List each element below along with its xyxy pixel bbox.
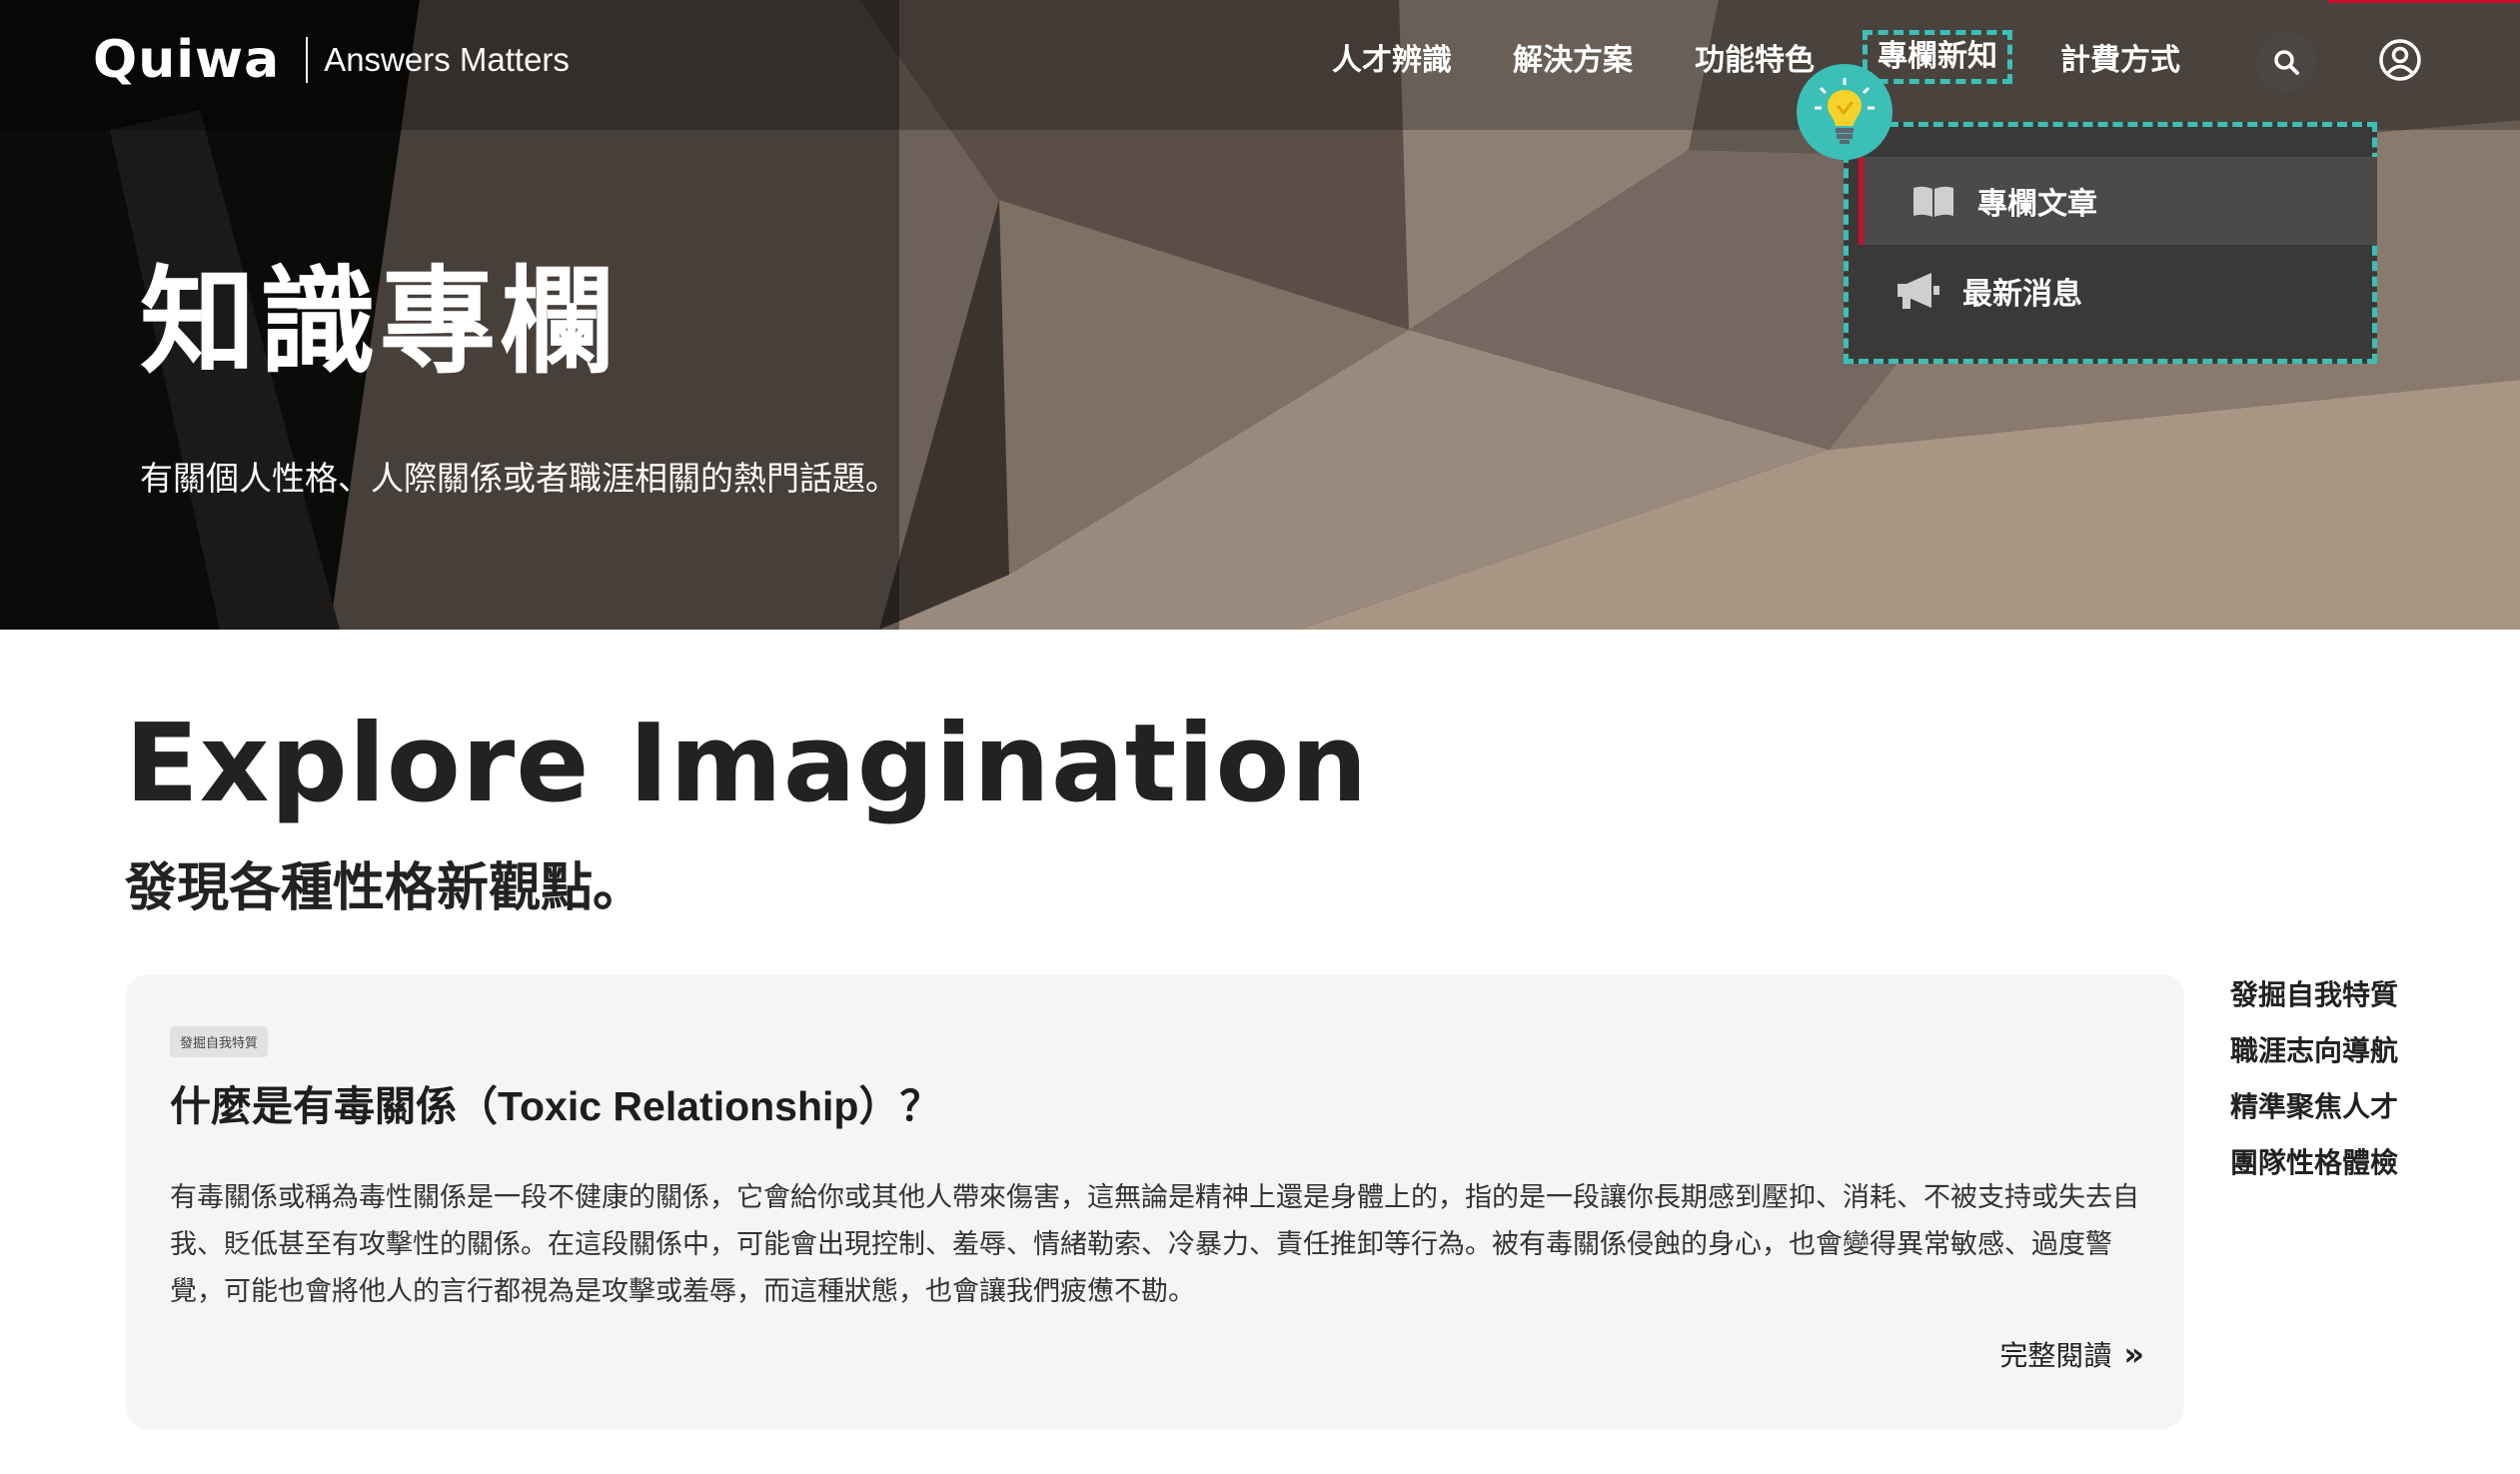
sidebar-category-self-discovery[interactable]: 發掘自我特質 (2230, 967, 2398, 1023)
sidebar-category-talent-focus[interactable]: 精準聚焦人才 (2230, 1079, 2398, 1135)
read-more-link[interactable]: 完整閱讀 » (1999, 1334, 2144, 1374)
user-circle-icon (2379, 39, 2421, 81)
tagline: Answers Matters (324, 41, 570, 78)
article-title[interactable]: 什麼是有毒關係（Toxic Relationship）？ (170, 1072, 940, 1132)
dropdown-item-articles[interactable]: 專欄文章 (1859, 157, 2377, 245)
top-accent-bar (2328, 0, 2520, 3)
read-more-label: 完整閱讀 (1999, 1339, 2112, 1372)
megaphone-icon (1889, 271, 1948, 311)
search-button[interactable] (2256, 32, 2316, 92)
book-icon (1903, 184, 1963, 218)
nav-pricing[interactable]: 計費方式 (2060, 36, 2180, 86)
logo[interactable]: Quiwa (93, 30, 280, 90)
double-chevron-right-icon: » (2123, 1335, 2144, 1373)
category-badge[interactable]: 發掘自我特質 (170, 1026, 269, 1057)
article-card[interactable]: 發掘自我特質 什麼是有毒關係（Toxic Relationship）？ 有毒關係… (126, 974, 2184, 1429)
hero-title: 知識專欄 (140, 255, 620, 390)
logo-divider (306, 37, 309, 83)
column-news-dropdown: 專欄文章 最新消息 (1844, 122, 2377, 364)
brand[interactable]: Quiwa Answers Matters (93, 30, 570, 90)
section-subheading: 發現各種性格新觀點。 (125, 858, 645, 918)
hero-subtitle: 有關個人性格、人際關係或者職涯相關的熱門話題。 (140, 459, 898, 498)
nav-features[interactable]: 功能特色 (1695, 36, 1815, 86)
sidebar-category-career-navigation[interactable]: 職涯志向導航 (2230, 1023, 2398, 1079)
sidebar-category-team-checkup[interactable]: 團隊性格體檢 (2230, 1135, 2398, 1191)
search-icon (2274, 50, 2299, 75)
section-heading: Explore Imagination (125, 702, 1369, 826)
nav-talent-identification[interactable]: 人才辨識 (1332, 36, 1452, 86)
dropdown-item-label: 最新消息 (1962, 277, 2082, 312)
article-excerpt: 有毒關係或稱為毒性關係是一段不健康的關係，它會給你或其他人帶來傷害，這無論是精神… (170, 1182, 2139, 1307)
nav-column-news[interactable]: 專欄新知 (1863, 30, 2012, 84)
hero-banner: Quiwa Answers Matters 人才辨識 解決方案 功能特色 專欄新… (0, 0, 2520, 630)
lightbulb-icon (1815, 78, 1875, 144)
dropdown-item-label: 專欄文章 (1977, 187, 2097, 222)
dropdown-item-news[interactable]: 最新消息 (1859, 247, 2372, 335)
category-sidebar: 發掘自我特質 職涯志向導航 精準聚焦人才 團隊性格體檢 (2230, 967, 2398, 1191)
account-button[interactable] (2378, 38, 2422, 82)
lightbulb-badge (1797, 64, 1892, 160)
nav-solutions[interactable]: 解決方案 (1513, 36, 1633, 86)
